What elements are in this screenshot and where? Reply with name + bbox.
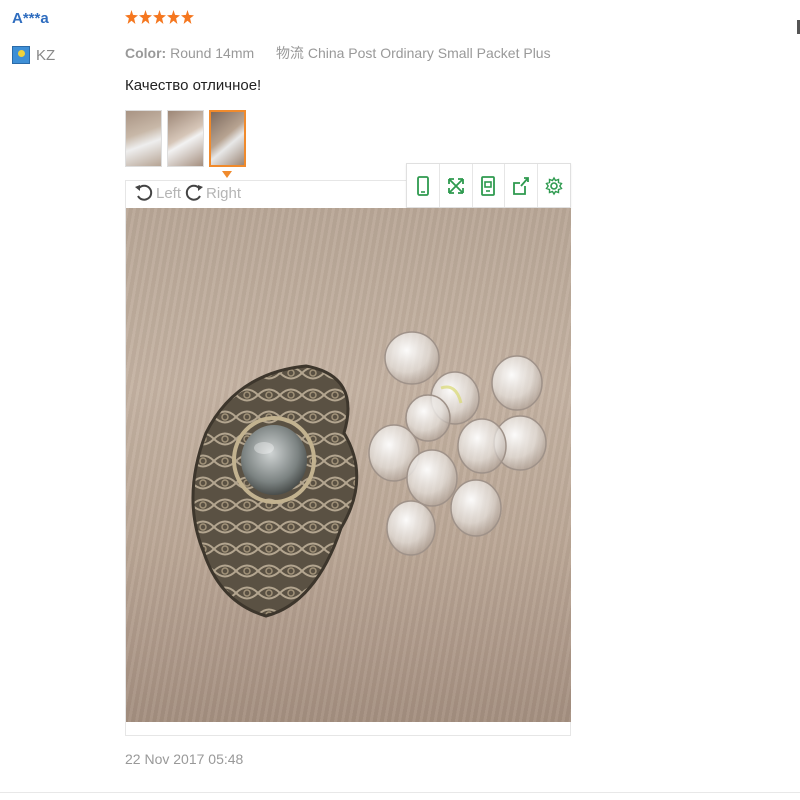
star-icon — [167, 10, 180, 24]
shipping-value: China Post Ordinary Small Packet Plus — [307, 45, 551, 61]
photo-thumbnails — [125, 110, 246, 167]
review-thumbnail-2[interactable] — [167, 110, 204, 167]
kz-flag-icon — [12, 46, 30, 64]
star-icon — [153, 10, 166, 24]
save-button[interactable] — [473, 164, 506, 207]
phone-view-button[interactable] — [407, 164, 440, 207]
star-icon — [139, 10, 152, 24]
share-button[interactable] — [505, 164, 539, 207]
reviewer-country: KZ — [12, 46, 55, 64]
order-meta: Color: Round 14mm 物流 China Post Ordinary… — [125, 43, 551, 63]
color-label: Color: — [125, 45, 167, 61]
country-code: KZ — [36, 46, 56, 64]
star-icon — [181, 10, 194, 24]
fullscreen-button[interactable] — [440, 164, 473, 207]
shipping-label: 物流 — [275, 45, 304, 61]
save-icon — [481, 175, 496, 196]
share-icon — [513, 176, 530, 195]
rotate-right-icon — [185, 184, 203, 201]
review-photo — [126, 208, 571, 722]
review-date: 22 Nov 2017 05:48 — [125, 751, 244, 767]
review-thumbnail-1[interactable] — [125, 110, 162, 167]
review-thumbnail-3-selected[interactable] — [209, 110, 246, 167]
rotate-left-button[interactable]: Left — [134, 183, 181, 203]
fullscreen-icon — [447, 177, 464, 194]
rotate-right-button[interactable]: Right — [184, 183, 241, 203]
phone-icon — [416, 175, 429, 196]
rotate-left-label: Left — [156, 184, 182, 202]
review-text: Качество отличное! — [125, 77, 262, 94]
rotate-right-label: Right — [206, 184, 242, 202]
viewer-toolbar — [406, 163, 571, 208]
star-rating — [125, 10, 194, 24]
product-photo-illustration — [191, 331, 547, 618]
settings-icon — [545, 176, 563, 195]
star-icon — [125, 10, 138, 24]
reviewer-name: A***a — [12, 10, 49, 27]
selected-thumbnail-indicator — [222, 171, 232, 178]
settings-button[interactable] — [538, 164, 570, 207]
divider — [0, 792, 800, 793]
rotate-left-icon — [135, 184, 153, 201]
color-value: Round 14mm — [170, 45, 255, 61]
